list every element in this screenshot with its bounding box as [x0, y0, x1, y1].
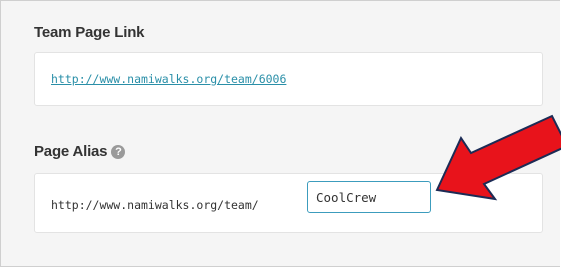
page-alias-label: Page Alias — [34, 143, 108, 160]
page-alias-heading: Page Alias? — [34, 143, 126, 160]
alias-url-prefix: http://www.namiwalks.org/team/ — [51, 198, 259, 212]
team-page-link-box: http://www.namiwalks.org/team/6006 — [34, 52, 543, 106]
page-alias-box: http://www.namiwalks.org/team/ — [34, 173, 543, 233]
page-alias-input[interactable] — [307, 181, 431, 213]
team-page-link-heading: Team Page Link — [34, 24, 145, 41]
help-question-icon[interactable]: ? — [111, 145, 126, 159]
settings-panel: Team Page Link http://www.namiwalks.org/… — [0, 0, 560, 267]
team-page-link[interactable]: http://www.namiwalks.org/team/6006 — [51, 72, 286, 86]
